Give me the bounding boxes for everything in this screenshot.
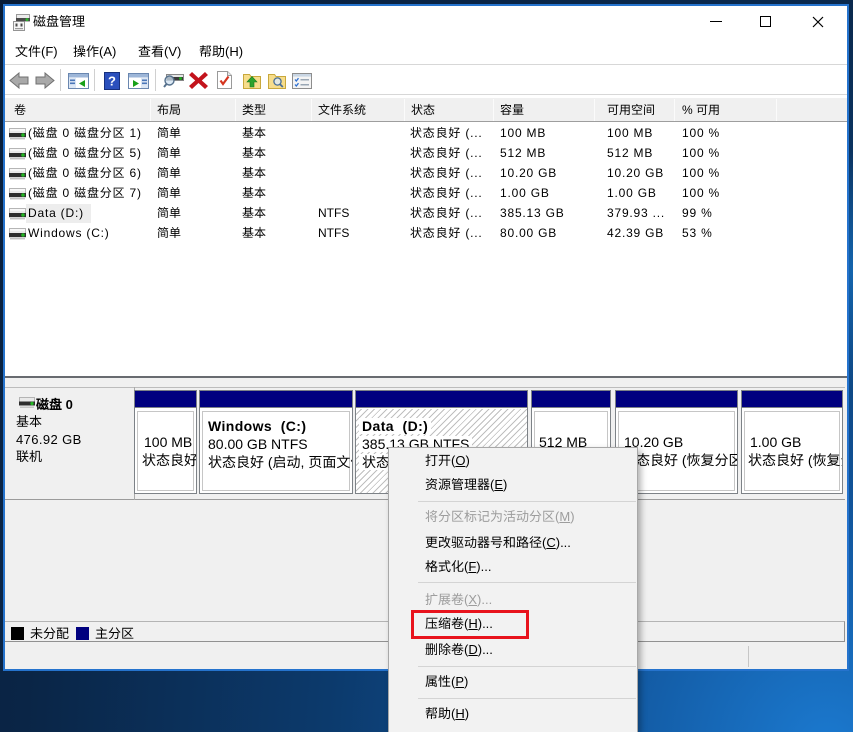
svg-text:?: ?: [108, 74, 116, 89]
